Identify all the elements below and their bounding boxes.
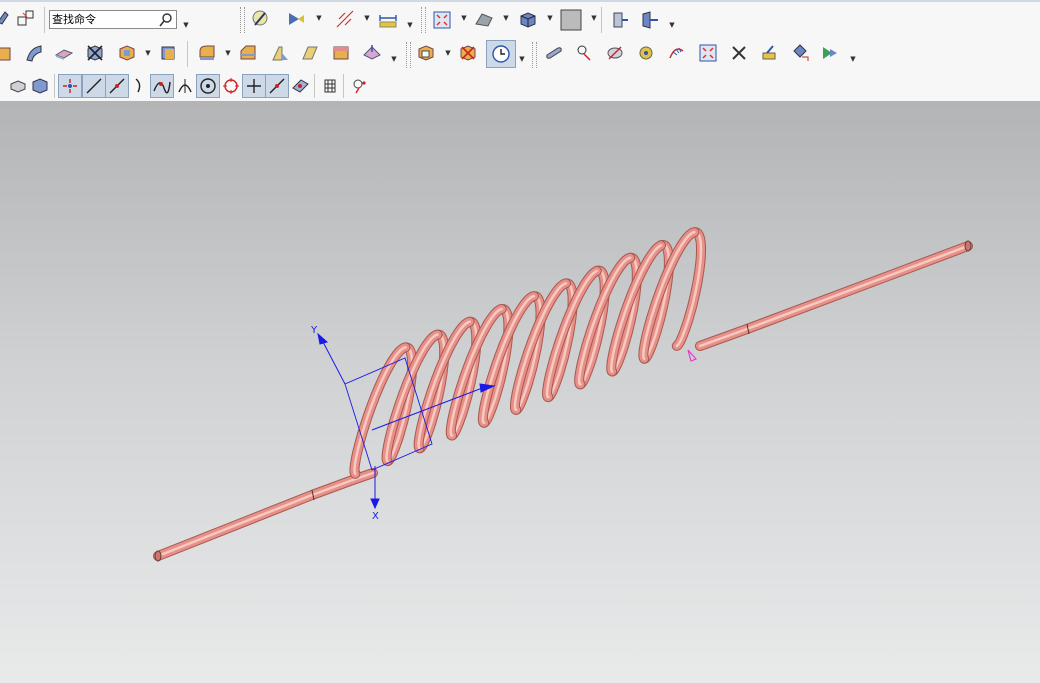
measure-icon[interactable] (757, 41, 781, 65)
chevron-down-icon[interactable]: ▼ (546, 13, 554, 23)
toolbar-grip[interactable] (532, 42, 537, 68)
offset-face-icon[interactable] (329, 41, 353, 65)
snap-end-point-icon[interactable] (58, 74, 82, 98)
play-icon[interactable] (818, 41, 842, 65)
grid-icon[interactable] (318, 74, 342, 98)
graphics-viewport[interactable]: Y X (0, 101, 1040, 683)
sweep-icon[interactable] (22, 41, 46, 65)
draft-icon[interactable] (268, 41, 292, 65)
fit-window-icon[interactable] (696, 41, 720, 65)
pattern-icon[interactable] (157, 41, 181, 65)
trim-body-icon[interactable] (83, 41, 107, 65)
chevron-down-icon[interactable]: ▼ (849, 54, 857, 64)
curvature-icon[interactable] (665, 41, 689, 65)
chevron-down-icon[interactable]: ▼ (315, 13, 323, 23)
snap-on-curve-icon[interactable] (265, 74, 289, 98)
chevron-down-icon[interactable]: ▼ (590, 13, 598, 23)
chevron-down-icon[interactable]: ▼ (668, 20, 676, 30)
replace-face-icon[interactable] (414, 41, 438, 65)
y-axis-line (321, 339, 346, 385)
edge-blend-icon[interactable] (195, 41, 219, 65)
snap-arc-center-icon[interactable] (196, 74, 220, 98)
feature-filter-icon[interactable] (28, 74, 52, 98)
datum-csys-icon[interactable] (14, 6, 38, 30)
tube-icon[interactable] (542, 41, 566, 65)
snap-on-face-icon[interactable] (288, 74, 312, 98)
separator (54, 74, 55, 98)
history-clock-icon[interactable] (486, 40, 516, 68)
toolbar-area: ▼ ▼ ▼ ▼ ▼ ▼ ▼ ▼ ▼ (0, 0, 1040, 102)
separator (343, 74, 344, 98)
x-axis-label: X (372, 511, 379, 522)
chevron-down-icon[interactable]: ▼ (444, 48, 452, 58)
move-object-icon[interactable] (788, 41, 812, 65)
y-axis-arrow (317, 332, 329, 345)
chevron-down-icon[interactable]: ▼ (390, 54, 398, 64)
snap-control-point-icon[interactable] (105, 74, 129, 98)
snap-mid-point-icon[interactable] (82, 74, 106, 98)
chevron-down-icon[interactable]: ▼ (406, 20, 414, 30)
chevron-down-icon[interactable]: ▼ (144, 48, 152, 58)
snap-tangent-icon[interactable] (173, 74, 197, 98)
snap-quadrant-icon[interactable] (219, 74, 243, 98)
mirror-icon[interactable] (298, 41, 322, 65)
chevron-down-icon[interactable]: ▼ (363, 13, 371, 23)
synchronous-icon[interactable] (360, 41, 384, 65)
toolbar-row-1: ▼ ▼ ▼ ▼ ▼ ▼ ▼ ▼ ▼ (0, 2, 1040, 34)
search-icon[interactable] (158, 12, 174, 28)
left-lead-wire-highlight[interactable] (156, 471, 375, 558)
edit-section-icon[interactable] (638, 8, 662, 32)
point-icon[interactable] (572, 41, 596, 65)
search-input[interactable] (52, 12, 152, 27)
toolbar-grip[interactable] (406, 42, 411, 68)
separator (187, 41, 188, 67)
toolbar-grip[interactable] (421, 7, 426, 33)
separator (601, 7, 602, 33)
solid-body-filter-icon[interactable] (6, 74, 30, 98)
show-hide-curves-icon[interactable] (333, 7, 357, 31)
command-finder[interactable] (49, 10, 177, 29)
model-scene[interactable]: Y X (0, 101, 1040, 683)
chevron-down-icon[interactable]: ▼ (502, 13, 510, 23)
wire-end-cap[interactable] (964, 240, 972, 252)
x-axis-arrow (370, 498, 380, 510)
fit-view-icon[interactable] (430, 8, 454, 32)
shaded-view-icon[interactable] (516, 8, 540, 32)
snap-existing-point-icon[interactable] (242, 74, 266, 98)
right-lead-wire-highlight[interactable] (698, 244, 970, 348)
end-point-marker[interactable] (687, 349, 698, 362)
background-icon[interactable] (558, 7, 584, 33)
separator (314, 74, 315, 98)
render-style-icon[interactable] (472, 8, 496, 32)
toolbar-grip[interactable] (240, 7, 245, 33)
snap-curve-icon[interactable] (128, 74, 152, 98)
delete-icon[interactable] (727, 41, 751, 65)
chevron-down-icon[interactable]: ▼ (224, 48, 232, 58)
measure-distance-icon[interactable] (376, 8, 400, 32)
show-hide-icon[interactable] (284, 7, 308, 31)
chevron-down-icon[interactable]: ▼ (182, 20, 190, 30)
shell-icon[interactable] (115, 41, 139, 65)
analysis-icon[interactable] (634, 41, 658, 65)
chevron-down-icon[interactable]: ▼ (460, 13, 468, 23)
clip-section-icon[interactable] (608, 8, 632, 32)
datum-plane-icon[interactable] (52, 41, 76, 65)
move-face-icon[interactable] (456, 41, 480, 65)
wire-end-cap[interactable] (154, 550, 162, 562)
toolbar-row-2: ▼ ▼ ▼ ▼ ▼ ▼ (0, 36, 1040, 70)
snap-intersection-icon[interactable] (150, 74, 174, 98)
spring-coil[interactable] (153, 227, 973, 562)
point-constructor-icon[interactable] (347, 74, 371, 98)
extrude-icon[interactable] (0, 41, 18, 65)
chevron-down-icon[interactable]: ▼ (518, 54, 526, 64)
selection-filter-icon[interactable] (248, 7, 272, 31)
separator (44, 7, 45, 33)
chamfer-icon[interactable] (236, 41, 260, 65)
toolbar-row-3 (0, 72, 1040, 100)
y-axis-label: Y (310, 325, 318, 336)
project-curve-icon[interactable] (603, 41, 627, 65)
